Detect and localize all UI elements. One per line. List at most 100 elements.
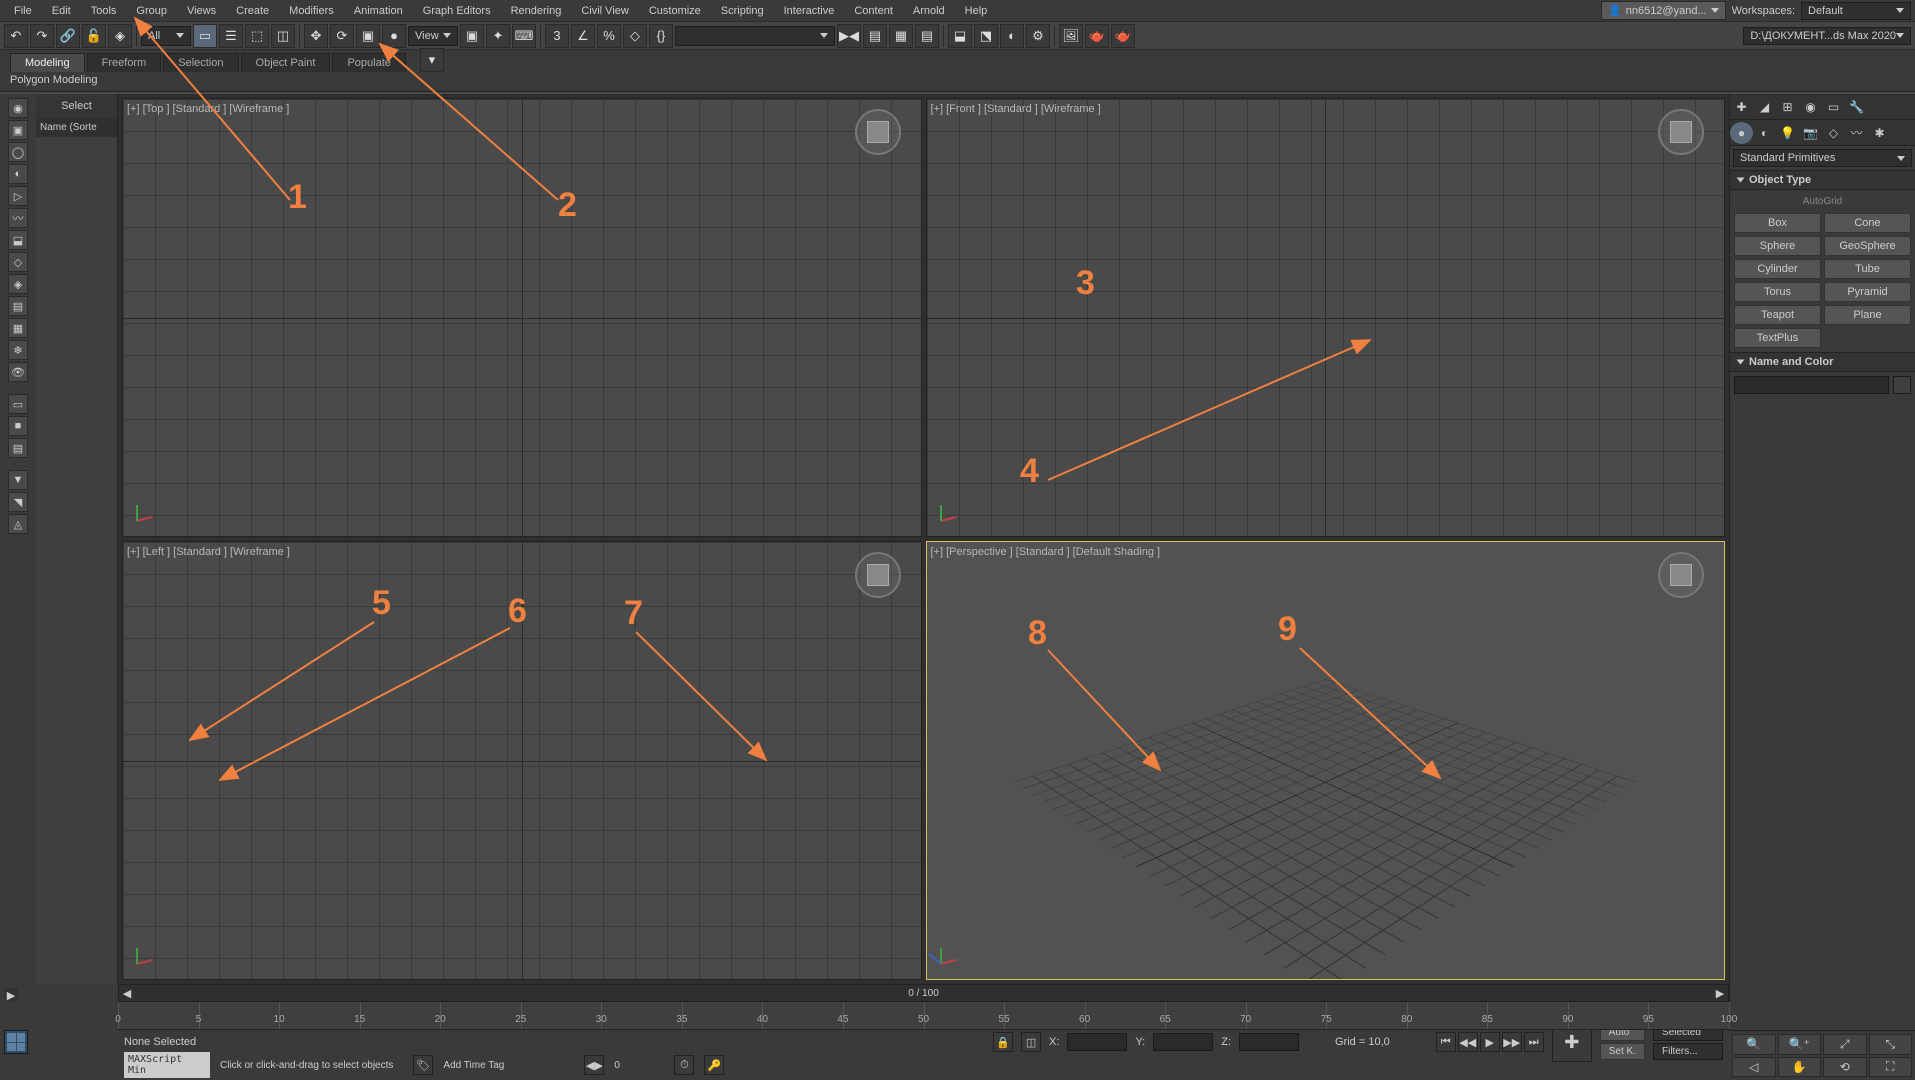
rotate-button[interactable]: ⟳	[330, 24, 354, 48]
snaps-3d-button[interactable]: 3	[545, 24, 569, 48]
tool-icon[interactable]: ◥	[8, 492, 28, 512]
primitive-pyramid-button[interactable]: Pyramid	[1824, 282, 1911, 302]
pivot-center-button[interactable]: ▣	[460, 24, 484, 48]
menu-animation[interactable]: Animation	[344, 2, 413, 20]
tool-icon[interactable]: ▷	[8, 186, 28, 206]
viewport-top[interactable]: [+] [Top ] [Standard ] [Wireframe ]	[122, 98, 922, 537]
menu-rendering[interactable]: Rendering	[501, 2, 572, 20]
zoom-icon[interactable]: 🔍	[1732, 1034, 1776, 1055]
window-crossing-button[interactable]: ◫	[271, 24, 295, 48]
tool-icon[interactable]: ▦	[8, 318, 28, 338]
tool-icon[interactable]: ▭	[8, 394, 28, 414]
workspace-dropdown[interactable]: Default	[1801, 2, 1911, 20]
motion-tab-icon[interactable]: ◉	[1799, 96, 1822, 118]
keyboard-shortcut-button[interactable]: ⌨	[512, 24, 536, 48]
render-last-button[interactable]: 🫖	[1111, 24, 1135, 48]
curve-editor-button[interactable]: ⬓	[948, 24, 972, 48]
link-button[interactable]: 🔗	[56, 24, 80, 48]
viewcube[interactable]	[1658, 552, 1704, 598]
menu-scripting[interactable]: Scripting	[711, 2, 774, 20]
redo-button[interactable]: ↷	[30, 24, 54, 48]
manipulate-button[interactable]: ✦	[486, 24, 510, 48]
viewcube[interactable]	[855, 109, 901, 155]
viewport-label[interactable]: [+] [Left ] [Standard ] [Wireframe ]	[127, 546, 290, 558]
time-tag-icon[interactable]: 🏷	[413, 1055, 433, 1075]
unlink-button[interactable]: 🔓	[82, 24, 106, 48]
zoom-all-icon[interactable]: 🔍⁺	[1778, 1034, 1822, 1055]
viewcube[interactable]	[855, 552, 901, 598]
menu-tools[interactable]: Tools	[81, 2, 127, 20]
geometry-icon[interactable]: ●	[1730, 122, 1753, 144]
systems-icon[interactable]: ✱	[1868, 122, 1891, 144]
zoom-extents-icon[interactable]: ⤢	[1823, 1034, 1867, 1055]
next-frame-icon[interactable]: ▶	[1712, 987, 1728, 1000]
modify-tab-icon[interactable]: ◢	[1753, 96, 1776, 118]
schematic-view-button[interactable]: ⬔	[974, 24, 998, 48]
named-selection-button[interactable]: {}	[649, 24, 673, 48]
material-editor-button[interactable]: ◐	[1000, 24, 1024, 48]
viewport-perspective[interactable]: [+] [Perspective ] [Standard ] [Default …	[926, 541, 1726, 980]
lights-icon[interactable]: 💡	[1776, 122, 1799, 144]
menu-file[interactable]: File	[4, 2, 42, 20]
tool-icon[interactable]: ◯	[8, 142, 28, 162]
selection-filter-dropdown[interactable]: All	[141, 26, 191, 46]
rect-region-button[interactable]: ⬚	[245, 24, 269, 48]
prev-frame-icon[interactable]: ◀◀	[1458, 1032, 1478, 1052]
current-frame-input[interactable]: 0	[614, 1060, 664, 1071]
project-file-dropdown[interactable]: D:\ДОКУМЕНТ...ds Max 2020	[1743, 27, 1911, 45]
tool-icon[interactable]: ⬓	[8, 230, 28, 250]
tool-icon[interactable]: ▤	[8, 438, 28, 458]
undo-button[interactable]: ↶	[4, 24, 28, 48]
viewport-label[interactable]: [+] [Front ] [Standard ] [Wireframe ]	[931, 103, 1101, 115]
pan-icon[interactable]: ✋	[1778, 1057, 1822, 1078]
select-name-button[interactable]: ☰	[219, 24, 243, 48]
tool-icon[interactable]: 👁	[8, 362, 28, 382]
layer-explorer-button[interactable]: ▦	[889, 24, 913, 48]
filters-button[interactable]: Filters...	[1653, 1043, 1723, 1060]
ribbon-tab-selection[interactable]: Selection	[163, 53, 238, 72]
menu-create[interactable]: Create	[226, 2, 279, 20]
render-setup-button[interactable]: ⚙	[1026, 24, 1050, 48]
play-script-icon[interactable]: ▶	[4, 988, 18, 1002]
named-selection-dropdown[interactable]	[675, 26, 835, 46]
menu-modifiers[interactable]: Modifiers	[279, 2, 344, 20]
primitive-cone-button[interactable]: Cone	[1824, 213, 1911, 233]
time-slider[interactable]: ◀ 0 / 100 ▶	[118, 984, 1729, 1002]
next-frame-icon[interactable]: ▶▶	[1502, 1032, 1522, 1052]
primitive-geosphere-button[interactable]: GeoSphere	[1824, 236, 1911, 256]
tool-icon[interactable]: ◐	[8, 164, 28, 184]
primitive-tube-button[interactable]: Tube	[1824, 259, 1911, 279]
primitive-textplus-button[interactable]: TextPlus	[1734, 328, 1821, 348]
viewport-label[interactable]: [+] [Perspective ] [Standard ] [Default …	[931, 546, 1161, 558]
helpers-icon[interactable]: ◇	[1822, 122, 1845, 144]
user-account-dropdown[interactable]: 👤 nn6512@yand...	[1601, 1, 1726, 20]
menu-help[interactable]: Help	[955, 2, 998, 20]
ribbon-tab-populate[interactable]: Populate	[332, 53, 405, 72]
menu-customize[interactable]: Customize	[639, 2, 711, 20]
autogrid-checkbox[interactable]: AutoGrid	[1734, 194, 1911, 213]
z-coord-input[interactable]	[1239, 1033, 1299, 1051]
render-production-button[interactable]: 🫖	[1085, 24, 1109, 48]
object-name-input[interactable]	[1734, 376, 1889, 394]
time-ruler[interactable]: 0510152025303540455055606570758085909510…	[118, 1002, 1729, 1030]
primitive-torus-button[interactable]: Torus	[1734, 282, 1821, 302]
ribbon-tab-freeform[interactable]: Freeform	[87, 53, 162, 72]
orbit-icon[interactable]: ⟲	[1823, 1057, 1867, 1078]
key-mode-icon[interactable]: ◀▶	[584, 1055, 604, 1075]
angle-snap-button[interactable]: ∠	[571, 24, 595, 48]
mirror-button[interactable]: ▶◀	[837, 24, 861, 48]
fov-icon[interactable]: ◁	[1732, 1057, 1776, 1078]
tool-icon[interactable]: ◬	[8, 514, 28, 534]
menu-views[interactable]: Views	[177, 2, 226, 20]
hierarchy-tab-icon[interactable]: ⊞	[1776, 96, 1799, 118]
create-tab-icon[interactable]: ✚	[1730, 96, 1753, 118]
placement-button[interactable]: ●	[382, 24, 406, 48]
geometry-category-dropdown[interactable]: Standard Primitives	[1733, 149, 1912, 167]
spacewarps-icon[interactable]: 〰	[1845, 122, 1868, 144]
scene-explorer-column[interactable]: Name (Sorte	[36, 118, 117, 137]
shapes-icon[interactable]: ◐	[1753, 122, 1776, 144]
object-color-swatch[interactable]	[1893, 376, 1911, 394]
menu-arnold[interactable]: Arnold	[903, 2, 955, 20]
set-key-button[interactable]: Set K.	[1600, 1043, 1645, 1060]
time-config-icon[interactable]: ⏱	[674, 1055, 694, 1075]
